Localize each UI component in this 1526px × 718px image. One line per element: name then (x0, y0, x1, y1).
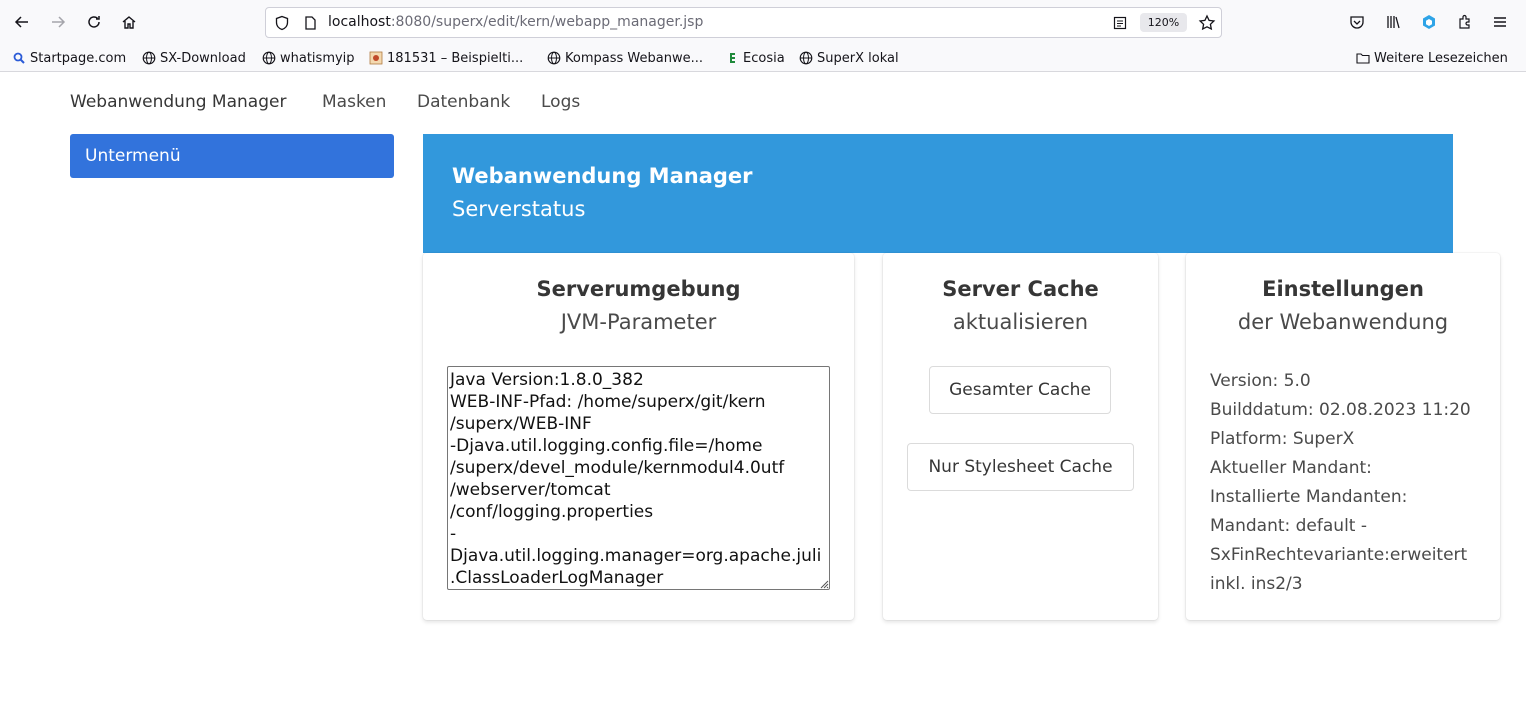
settings-line-builddate: Builddatum: 02.08.2023 11:20 (1210, 400, 1471, 420)
forward-button[interactable] (46, 10, 70, 34)
reload-button[interactable] (82, 10, 106, 34)
server-cache-card: Server Cache aktualisieren Gesamter Cach… (883, 253, 1158, 620)
puzzle-icon (1459, 14, 1470, 29)
home-button[interactable] (117, 10, 141, 34)
bookmark-label: Kompass Webanwe... (565, 50, 703, 66)
settings-line-rights-variant: SxFinRechtevariante:erweitert (1210, 545, 1468, 565)
settings-line-tenant: Mandant: default - (1210, 516, 1367, 536)
nav-datenbank[interactable]: Datenbank (417, 92, 510, 112)
settings-card: Einstellungen der Webanwendung Version: … (1186, 253, 1500, 620)
library-button[interactable] (1381, 10, 1405, 34)
other-bookmarks-folder[interactable]: Weitere Lesezeichen (1356, 48, 1508, 68)
settings-line-platform: Platform: SuperX (1210, 429, 1355, 449)
pocket-button[interactable] (1345, 10, 1369, 34)
extensions-menu-button[interactable] (1453, 10, 1477, 34)
bookmark-ecosia[interactable]: Ecosia (725, 48, 785, 68)
back-button[interactable] (10, 10, 34, 34)
folder-icon (1356, 53, 1370, 64)
bookmark-label: whatismyip (280, 50, 355, 66)
bookmarks-toolbar: Startpage.com SX-Download whatismyip 181… (0, 44, 1526, 72)
url-bar[interactable]: localhost:8080/superx/edit/kern/webapp_m… (265, 7, 1222, 38)
bookmark-label: SX-Download (160, 50, 246, 66)
pocket-icon (1350, 16, 1364, 29)
back-arrow-icon (14, 16, 28, 28)
card-subtitle: aktualisieren (952, 310, 1089, 334)
url-text[interactable]: localhost:8080/superx/edit/kern/webapp_m… (328, 14, 703, 30)
bookmark-label: 181531 – Beispielti... (387, 50, 524, 66)
page-info-icon[interactable] (302, 15, 318, 31)
hero-title: Webanwendung Manager (452, 164, 753, 188)
globe-icon (142, 51, 156, 65)
forward-arrow-icon (52, 16, 66, 28)
ecosia-icon (730, 53, 735, 63)
settings-line-version: Version: 5.0 (1210, 371, 1311, 391)
bugzilla-icon (369, 51, 383, 65)
other-bookmarks-label: Weitere Lesezeichen (1374, 50, 1508, 66)
bookmark-kompass[interactable]: Kompass Webanwe... (547, 48, 703, 68)
reader-view-icon[interactable] (1112, 15, 1128, 31)
nav-logs[interactable]: Logs (541, 92, 580, 112)
card-subtitle: JVM-Parameter (560, 310, 717, 334)
card-title: Server Cache (942, 277, 1099, 301)
server-environment-card: Serverumgebung JVM-Parameter Java Versio… (423, 253, 854, 620)
zoom-level-badge[interactable]: 120% (1140, 13, 1187, 32)
hero-banner: Webanwendung Manager Serverstatus (423, 134, 1453, 253)
nav-masken[interactable]: Masken (322, 92, 386, 112)
app-menu-button[interactable] (1488, 10, 1512, 34)
settings-line-ins: inkl. ins2/3 (1210, 574, 1303, 594)
bookmark-label: Startpage.com (30, 50, 127, 66)
extension-button[interactable] (1417, 10, 1441, 34)
card-subtitle: der Webanwendung (1237, 310, 1449, 334)
submenu-label: Untermenü (85, 146, 181, 166)
card-title: Serverumgebung (536, 277, 741, 301)
bookmark-startpage[interactable]: Startpage.com (12, 48, 126, 68)
globe-icon (547, 51, 561, 65)
startpage-icon (13, 52, 25, 64)
bookmark-bugzilla[interactable]: 181531 – Beispielti... (369, 48, 523, 68)
card-title: Einstellungen (1262, 277, 1424, 301)
resize-grip-icon[interactable] (819, 579, 829, 589)
library-icon (1387, 16, 1400, 29)
globe-icon (262, 51, 276, 65)
globe-icon (799, 51, 813, 65)
browser-toolbar: localhost:8080/superx/edit/kern/webapp_m… (0, 0, 1526, 44)
settings-line-current-tenant: Aktueller Mandant: (1210, 458, 1372, 478)
extension-cube-icon (1423, 15, 1435, 29)
home-icon (122, 16, 136, 29)
reload-icon (88, 16, 100, 28)
hamburger-menu-icon (1494, 17, 1506, 27)
bookmark-star-icon[interactable] (1198, 14, 1216, 32)
hero-subtitle: Serverstatus (452, 197, 586, 221)
jvm-parameters-textarea[interactable]: Java Version:1.8.0_382 WEB-INF-Pfad: /ho… (447, 366, 830, 590)
url-host: localhost (328, 14, 391, 30)
bookmark-sx-download[interactable]: SX-Download (142, 48, 246, 68)
bookmark-label: Ecosia (743, 50, 785, 66)
submenu-item[interactable]: Untermenü (70, 134, 394, 178)
bookmark-label: SuperX lokal (817, 50, 899, 66)
bookmark-whatismyip[interactable]: whatismyip (262, 48, 355, 68)
nav-brand[interactable]: Webanwendung Manager (70, 92, 286, 112)
url-path: :8080/superx/edit/kern/webapp_manager.js… (390, 14, 704, 30)
tracking-shield-icon[interactable] (274, 15, 290, 31)
full-cache-button[interactable]: Gesamter Cache (929, 366, 1111, 414)
settings-line-installed-tenants: Installierte Mandanten: (1210, 487, 1408, 507)
settings-list: Version: 5.0 Builddatum: 02.08.2023 11:2… (1210, 367, 1471, 599)
bookmark-superx-lokal[interactable]: SuperX lokal (799, 48, 899, 68)
stylesheet-cache-button[interactable]: Nur Stylesheet Cache (907, 443, 1134, 491)
